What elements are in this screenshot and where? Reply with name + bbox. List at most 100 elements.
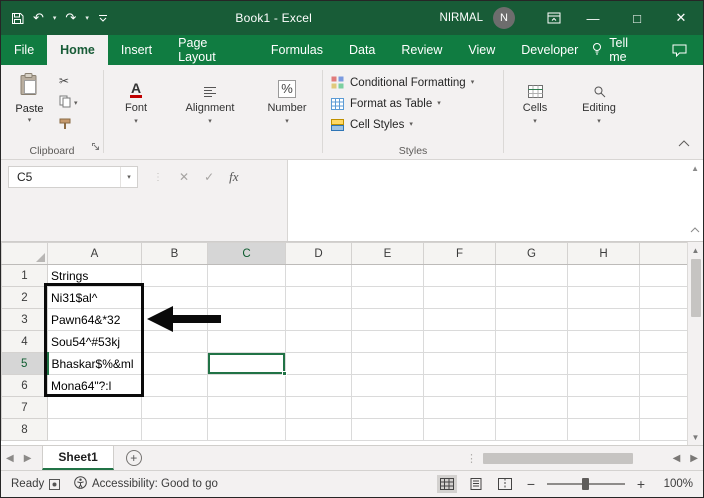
add-sheet-button[interactable]: + xyxy=(125,450,142,466)
row-header-4[interactable]: 4 xyxy=(1,330,48,353)
cell[interactable] xyxy=(207,374,286,397)
column-header-G[interactable]: G xyxy=(495,242,568,265)
cell[interactable] xyxy=(207,418,286,441)
cell[interactable] xyxy=(285,374,352,397)
cell[interactable] xyxy=(639,352,688,375)
name-box[interactable]: C5 ▾ xyxy=(8,166,138,188)
horizontal-scrollbar-track[interactable] xyxy=(481,452,668,464)
cell[interactable] xyxy=(141,352,208,375)
tab-developer[interactable]: Developer xyxy=(508,35,591,65)
cell[interactable] xyxy=(567,264,640,287)
cell[interactable] xyxy=(47,396,142,419)
cells-group-button[interactable]: Cells ▾ xyxy=(504,65,566,159)
row-header-6[interactable]: 6 xyxy=(1,374,48,397)
redo-icon[interactable]: ↷ xyxy=(65,10,76,26)
clipboard-dialog-launcher-icon[interactable] xyxy=(91,138,100,156)
cell[interactable] xyxy=(423,286,496,309)
cell-A1[interactable]: Strings xyxy=(47,264,142,287)
horizontal-scrollbar[interactable]: ◀ ▶ xyxy=(481,446,703,470)
cell[interactable] xyxy=(495,308,568,331)
close-button[interactable]: ✕ xyxy=(659,1,703,35)
cell-A6[interactable]: Mona64"?:l xyxy=(47,374,142,397)
tab-insert[interactable]: Insert xyxy=(108,35,165,65)
cell[interactable] xyxy=(495,264,568,287)
user-name[interactable]: NIRMAL xyxy=(440,12,483,24)
sheet-nav-right-icon[interactable]: ▶ xyxy=(19,453,37,464)
cell[interactable] xyxy=(207,264,286,287)
cell-A3[interactable]: Pawn64&*32 xyxy=(47,308,142,331)
zoom-out-button[interactable]: − xyxy=(524,477,538,491)
cell[interactable] xyxy=(423,418,496,441)
tab-splitter[interactable]: ⋮ xyxy=(462,452,481,465)
formula-bar-grip[interactable]: ⋮ xyxy=(153,172,164,183)
font-group-button[interactable]: A Font ▾ xyxy=(104,65,168,159)
vertical-scrollbar[interactable]: ▲ ▼ xyxy=(687,242,703,445)
cell[interactable] xyxy=(567,286,640,309)
page-break-preview-button[interactable] xyxy=(495,475,515,493)
column-header-B[interactable]: B xyxy=(141,242,208,265)
tab-page-layout[interactable]: Page Layout xyxy=(165,35,258,65)
zoom-slider-thumb[interactable] xyxy=(582,478,589,490)
comment-icon[interactable] xyxy=(672,44,703,57)
cell[interactable] xyxy=(495,396,568,419)
cell-A4[interactable]: Sou54^#53kj xyxy=(47,330,142,353)
cell[interactable] xyxy=(351,330,424,353)
column-header-A[interactable]: A xyxy=(47,242,142,265)
cell[interactable] xyxy=(423,352,496,375)
alignment-group-button[interactable]: Alignment ▾ xyxy=(168,65,252,159)
cell[interactable] xyxy=(639,308,688,331)
column-header-F[interactable]: F xyxy=(423,242,496,265)
cancel-entry-icon[interactable]: ✕ xyxy=(179,170,189,184)
cell[interactable] xyxy=(141,330,208,353)
sheet-nav-left-icon[interactable]: ◀ xyxy=(1,453,19,464)
cell[interactable] xyxy=(495,374,568,397)
row-header-1[interactable]: 1 xyxy=(1,264,48,287)
cell[interactable] xyxy=(423,330,496,353)
minimize-button[interactable]: — xyxy=(571,1,615,35)
cell[interactable] xyxy=(423,264,496,287)
cell[interactable] xyxy=(207,396,286,419)
row-header-2[interactable]: 2 xyxy=(1,286,48,309)
tab-data[interactable]: Data xyxy=(336,35,388,65)
cell[interactable] xyxy=(141,418,208,441)
cell[interactable] xyxy=(207,286,286,309)
ribbon-display-options-icon[interactable] xyxy=(537,1,571,35)
accessibility-status[interactable]: Accessibility: Good to go xyxy=(74,476,218,492)
cell[interactable] xyxy=(567,330,640,353)
cell[interactable] xyxy=(567,418,640,441)
redo-caret-icon[interactable]: ▾ xyxy=(85,14,89,22)
customize-quick-access-icon[interactable] xyxy=(98,14,108,23)
horizontal-scrollbar-thumb[interactable] xyxy=(483,452,633,464)
cell[interactable] xyxy=(351,308,424,331)
cell[interactable] xyxy=(285,352,352,375)
cell[interactable] xyxy=(285,330,352,353)
cell-styles-button[interactable]: Cell Styles ▾ xyxy=(331,114,503,135)
cell[interactable] xyxy=(285,396,352,419)
cell[interactable] xyxy=(351,352,424,375)
scroll-up-icon[interactable]: ▲ xyxy=(688,242,703,258)
cell[interactable] xyxy=(423,396,496,419)
column-header-D[interactable]: D xyxy=(285,242,352,265)
fill-handle[interactable] xyxy=(282,371,287,376)
format-painter-button[interactable] xyxy=(59,118,71,133)
cell[interactable] xyxy=(495,286,568,309)
number-group-button[interactable]: % Number ▾ xyxy=(252,65,322,159)
avatar[interactable]: N xyxy=(493,7,515,29)
scroll-down-icon[interactable]: ▼ xyxy=(688,429,703,445)
cell[interactable] xyxy=(141,374,208,397)
cut-button[interactable]: ✂ xyxy=(59,74,69,88)
name-box-caret-icon[interactable]: ▾ xyxy=(120,167,137,187)
cell[interactable] xyxy=(351,418,424,441)
column-header-H[interactable]: H xyxy=(567,242,640,265)
undo-caret-icon[interactable]: ▾ xyxy=(53,14,57,22)
zoom-level[interactable]: 100% xyxy=(657,478,693,490)
formula-bar-collapse-icon[interactable] xyxy=(690,220,700,238)
confirm-entry-icon[interactable]: ✓ xyxy=(204,170,214,184)
cell[interactable] xyxy=(567,396,640,419)
column-header-C[interactable]: C xyxy=(207,242,286,265)
cell[interactable] xyxy=(351,396,424,419)
cell[interactable] xyxy=(495,330,568,353)
tell-me-box[interactable]: Tell me xyxy=(591,36,672,64)
cell[interactable] xyxy=(495,352,568,375)
cell[interactable] xyxy=(423,374,496,397)
